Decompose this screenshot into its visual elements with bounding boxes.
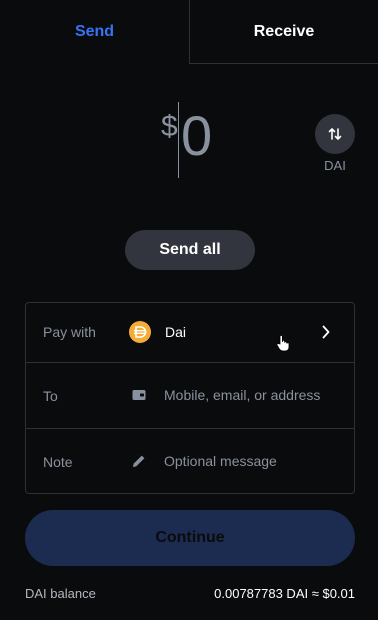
amount-input[interactable]: 0: [181, 108, 212, 164]
continue-button[interactable]: Continue: [25, 510, 355, 566]
pay-with-label: Pay with: [43, 324, 96, 340]
send-all-button[interactable]: Send all: [125, 230, 255, 270]
note-label: Note: [43, 454, 73, 470]
swap-currency-button[interactable]: [315, 114, 355, 154]
dai-coin-icon: [129, 321, 151, 343]
pencil-icon: [131, 453, 147, 474]
recipient-input[interactable]: Mobile, email, or address: [164, 387, 320, 403]
note-row: Note Optional message: [26, 428, 354, 494]
currency-switcher: DAI: [315, 114, 355, 173]
amount-currency-symbol: $: [161, 110, 178, 143]
to-row: To Mobile, email, or address: [26, 362, 354, 428]
note-input[interactable]: Optional message: [164, 453, 277, 469]
tab-send[interactable]: Send: [0, 0, 189, 64]
swap-currency-label: DAI: [324, 158, 346, 173]
send-form: Pay with Dai To Mobile, email, or addres…: [25, 302, 355, 494]
wallet-icon: [131, 387, 147, 408]
pay-with-value: Dai: [165, 324, 187, 340]
swap-arrows-icon: [328, 128, 342, 140]
send-receive-tabs: Send Receive: [0, 0, 378, 64]
chevron-right-icon: [321, 324, 331, 345]
balance-label: DAI balance: [25, 586, 96, 601]
to-label: To: [43, 388, 58, 404]
balance-value: 0.00787783 DAI ≈ $0.01: [214, 586, 355, 601]
hand-cursor-icon: [276, 334, 290, 357]
tab-receive[interactable]: Receive: [189, 0, 378, 64]
text-caret: [178, 102, 179, 178]
pay-with-row[interactable]: Pay with Dai: [26, 303, 354, 362]
